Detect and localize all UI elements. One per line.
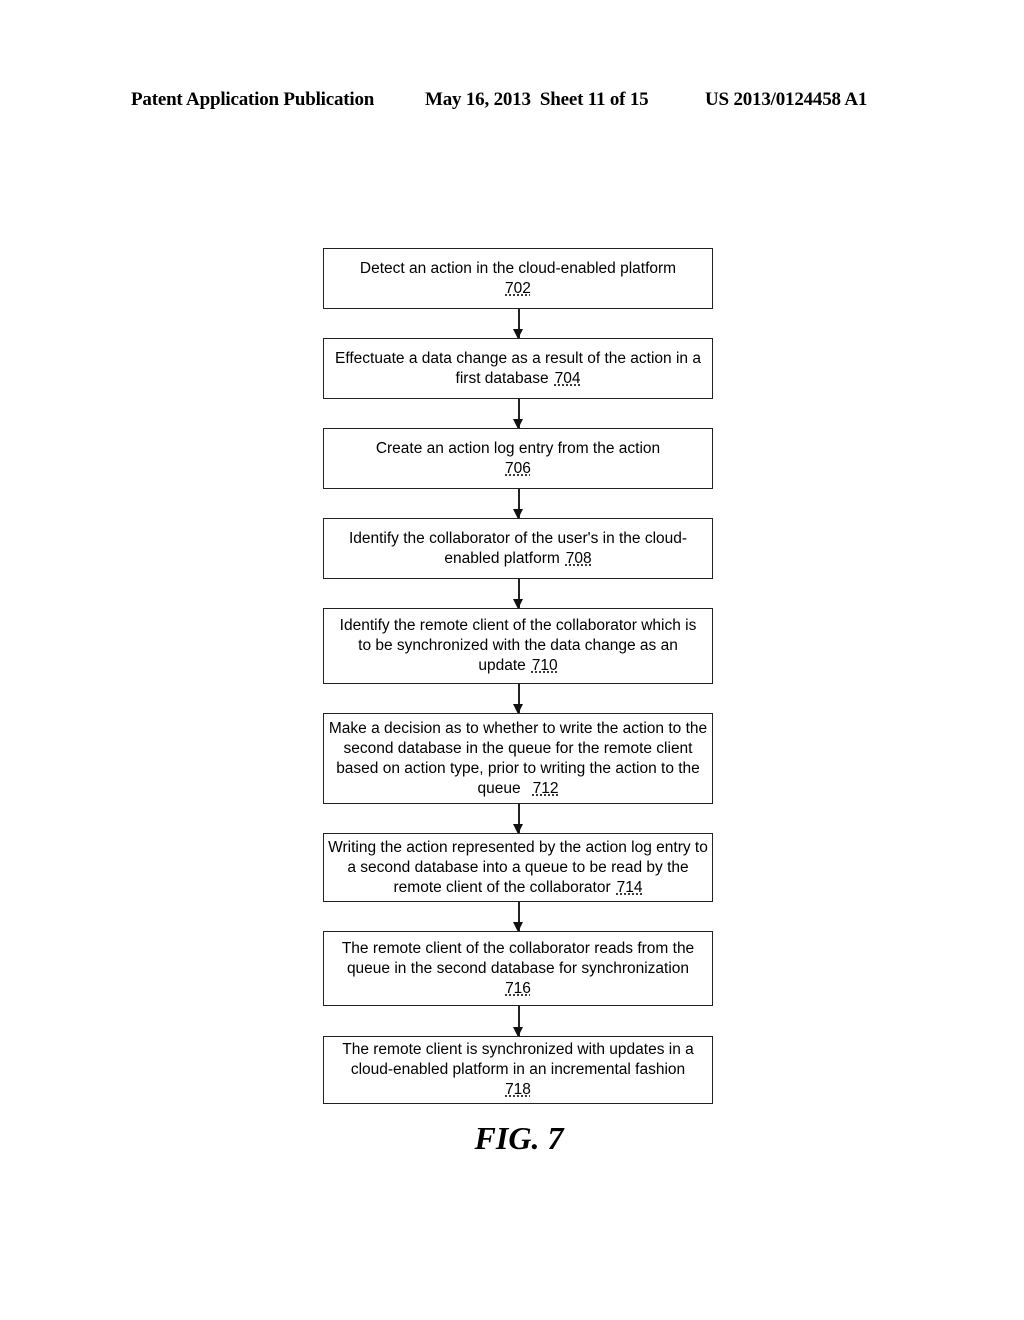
step-text: Create an action log entry from the acti… bbox=[375, 439, 661, 457]
step-box-704: Effectuate a data change as a result of … bbox=[323, 338, 713, 399]
step-text: The remote client is synchronized with u… bbox=[342, 1041, 694, 1078]
step-ref: 702 bbox=[505, 279, 531, 297]
figure-label: FIG. 7 bbox=[474, 1120, 564, 1156]
step-text: The remote client of the collaborator re… bbox=[341, 939, 695, 977]
step-text: Effectuate a data change as a result of … bbox=[335, 349, 701, 387]
step-text: Identify the remote client of the collab… bbox=[339, 617, 697, 674]
step-box-702: Detect an action in the cloud-enabled pl… bbox=[323, 248, 713, 309]
flow-arrow bbox=[513, 489, 523, 519]
flow-arrow bbox=[513, 309, 523, 339]
date-sheet-label: May 16, 2013 Sheet 11 of 15 bbox=[425, 89, 649, 110]
step-text: Make a decision as to whether to write t… bbox=[328, 719, 708, 797]
publication-label: Patent Application Publication bbox=[131, 89, 375, 110]
step-ref: 704 bbox=[554, 369, 581, 387]
step-text: Writing the action represented by the ac… bbox=[328, 838, 708, 896]
step-box-712: Make a decision as to whether to write t… bbox=[323, 713, 713, 804]
flow-arrow bbox=[513, 804, 523, 834]
step-box-706: Create an action log entry from the acti… bbox=[323, 428, 713, 489]
patent-number: US 2013/0124458 A1 bbox=[705, 89, 868, 110]
flow-arrow bbox=[513, 579, 523, 609]
step-ref: 706 bbox=[505, 459, 531, 477]
step-box-710: Identify the remote client of the collab… bbox=[323, 608, 713, 684]
step-box-714: Writing the action represented by the ac… bbox=[323, 833, 713, 902]
step-ref: 716 bbox=[505, 979, 531, 997]
step-ref: 710 bbox=[531, 657, 558, 674]
flow-arrow bbox=[513, 399, 523, 429]
flow-arrow bbox=[513, 1006, 523, 1037]
step-ref: 718 bbox=[505, 1081, 531, 1098]
step-box-716: The remote client of the collaborator re… bbox=[323, 931, 713, 1006]
step-box-708: Identify the collaborator of the user's … bbox=[323, 518, 713, 579]
step-box-718: The remote client is synchronized with u… bbox=[323, 1036, 713, 1104]
step-text: Identify the collaborator of the user's … bbox=[348, 529, 688, 567]
step-ref: 714 bbox=[616, 878, 643, 896]
step-text: Detect an action in the cloud-enabled pl… bbox=[359, 259, 677, 277]
step-ref: 712 bbox=[532, 779, 559, 797]
step-ref: 708 bbox=[565, 549, 592, 567]
flow-arrow bbox=[513, 902, 523, 932]
flow-arrow bbox=[513, 684, 523, 714]
